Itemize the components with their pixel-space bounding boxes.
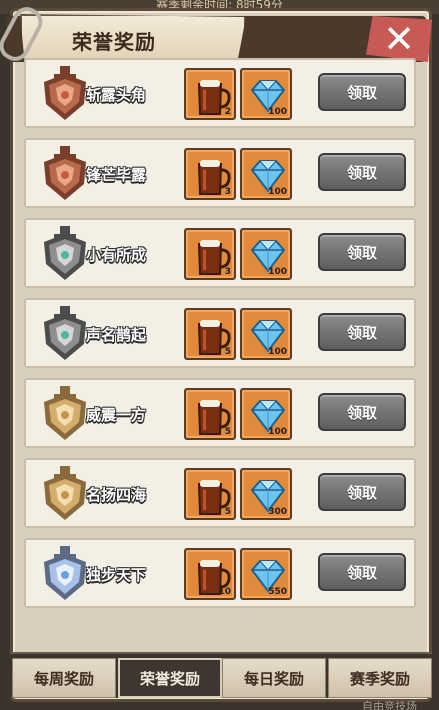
gem-reward-item[interactable]: 100 [240,388,292,440]
claim-button[interactable]: 领取 [318,473,406,511]
reward-row: 威震一方 5 100 领取 [24,378,416,448]
close-button[interactable]: ✕ [366,16,432,62]
tab-bar: 每周奖励 荣誉奖励 每日奖励 赛季奖励 [10,652,432,698]
claim-button[interactable]: 领取 [318,153,406,191]
gem-quantity: 100 [268,107,287,117]
page-title: 荣誉奖励 [72,30,156,54]
rank-name: 威震一方 [86,406,147,424]
gem-reward-item[interactable]: 300 [240,468,292,520]
beer-reward-item[interactable]: 10 [184,548,236,600]
reward-row: 小有所成 3 100 领取 [24,218,416,288]
beer-quantity: 5 [224,347,231,357]
beer-reward-item[interactable]: 3 [184,148,236,200]
rank-name: 斩露头角 [86,86,147,104]
reward-row: 独步天下 10 550 领取 [24,538,416,608]
rank-name: 独步天下 [86,566,147,584]
rank-name: 锋芒毕露 [86,166,147,184]
gem-reward-item[interactable]: 100 [240,308,292,360]
beer-quantity: 5 [224,427,231,437]
beer-reward-item[interactable]: 3 [184,228,236,280]
gem-reward-item[interactable]: 100 [240,228,292,280]
gem-quantity: 300 [268,507,287,517]
beer-reward-item[interactable]: 2 [184,68,236,120]
beer-reward-item[interactable]: 5 [184,468,236,520]
tab-1[interactable]: 每周奖励 [12,658,116,698]
rank-name: 名扬四海 [86,486,147,504]
tab-4[interactable]: 赛季奖励 [328,658,432,698]
rank-name: 小有所成 [86,246,147,264]
beer-quantity: 10 [218,587,231,597]
tab-2[interactable]: 荣誉奖励 [118,658,222,698]
gem-quantity: 100 [268,267,287,277]
reward-row: 名扬四海 5 300 领取 [24,458,416,528]
gem-reward-item[interactable]: 100 [240,68,292,120]
beer-reward-item[interactable]: 5 [184,388,236,440]
claim-button[interactable]: 领取 [318,313,406,351]
beer-quantity: 5 [224,507,231,517]
gem-quantity: 100 [268,187,287,197]
tab-3[interactable]: 每日奖励 [222,658,326,698]
reward-row: 斩露头角 2 100 领取 [24,58,416,128]
rank-name: 声名鹊起 [86,326,147,344]
claim-button[interactable]: 领取 [318,73,406,111]
gem-quantity: 100 [268,427,287,437]
reward-row: 锋芒毕露 3 100 领取 [24,138,416,208]
claim-button[interactable]: 领取 [318,233,406,271]
beer-quantity: 2 [224,107,231,117]
beer-reward-item[interactable]: 5 [184,308,236,360]
beer-quantity: 3 [224,267,231,277]
gem-reward-item[interactable]: 550 [240,548,292,600]
reward-row: 声名鹊起 5 100 领取 [24,298,416,368]
beer-quantity: 3 [224,187,231,197]
claim-button[interactable]: 领取 [318,393,406,431]
gem-reward-item[interactable]: 100 [240,148,292,200]
footer-hint: 自由竞技场 [362,700,417,710]
gem-quantity: 100 [268,347,287,357]
claim-button[interactable]: 领取 [318,553,406,591]
reward-list[interactable]: 斩露头角 2 100 领取 锋芒毕露 3 100 领取 小有所成 3 100 领… [24,58,416,648]
gem-quantity: 550 [268,587,287,597]
close-icon: ✕ [383,17,415,61]
